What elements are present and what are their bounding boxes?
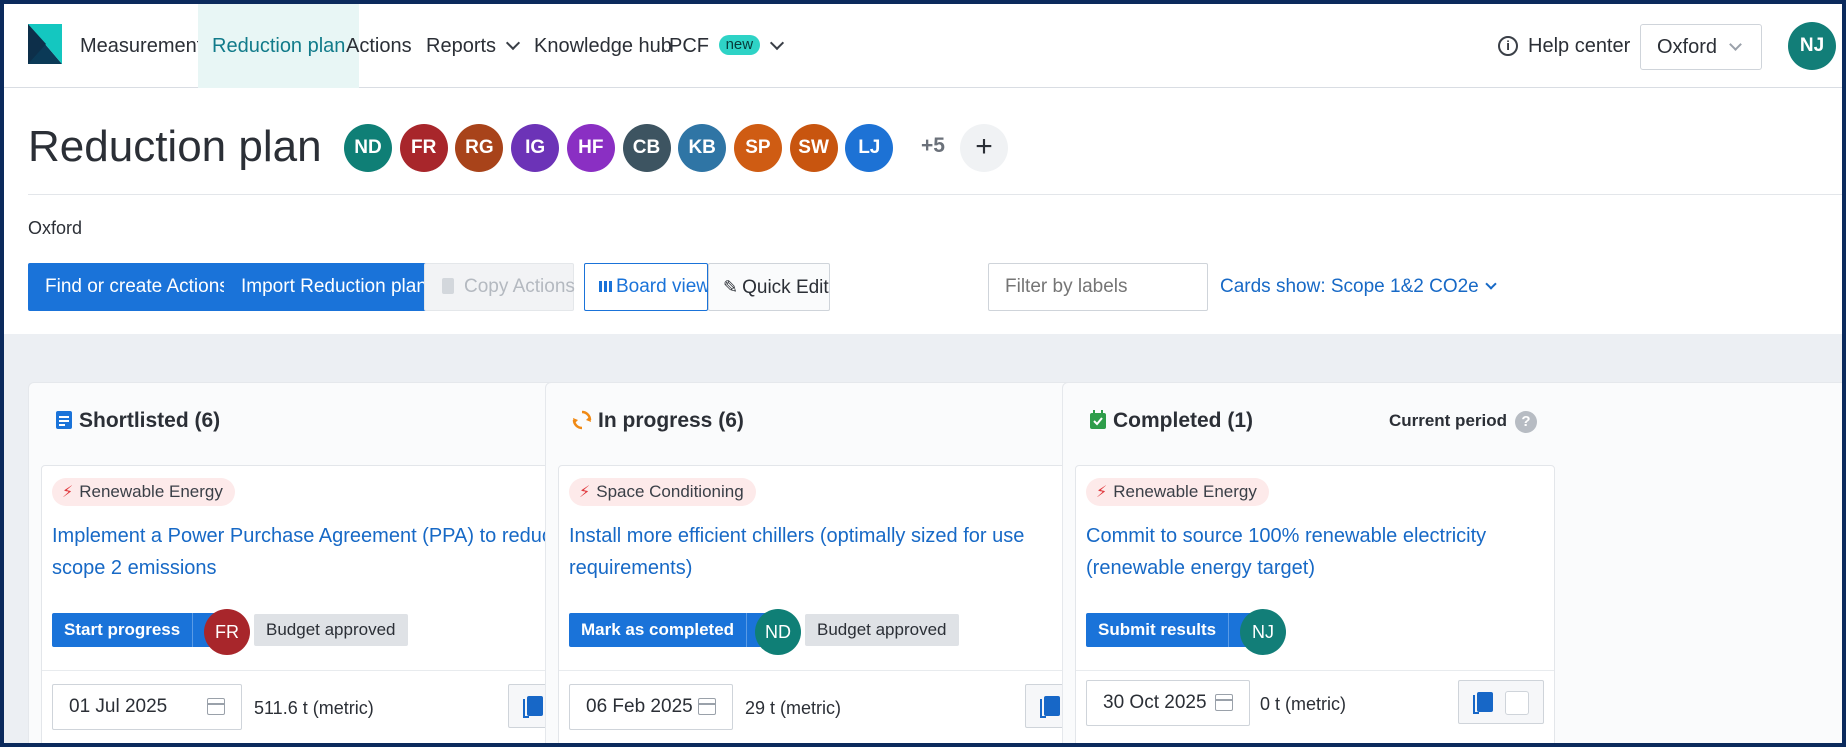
- copy-actions-button[interactable]: Copy Actions: [424, 263, 575, 311]
- chevron-down-icon: [770, 35, 785, 51]
- board-view-icon: [599, 281, 612, 292]
- pencil-icon: ✎: [723, 277, 739, 297]
- user-avatar[interactable]: NJ: [1788, 22, 1836, 70]
- category-tag: ⚡ Renewable Energy: [52, 478, 235, 506]
- new-badge: new: [718, 35, 761, 55]
- copy-icon[interactable]: [1473, 692, 1493, 714]
- top-navigation: Measurements Reduction plan Actions Repo…: [4, 4, 1842, 88]
- chevron-down-icon: [1485, 278, 1497, 290]
- chevron-down-icon: [1729, 38, 1742, 51]
- emission-metric: 511.6 t (metric): [254, 698, 374, 718]
- status-badge: Budget approved: [805, 614, 959, 646]
- page-title: Reduction plan: [28, 122, 322, 171]
- location-select[interactable]: Oxford: [1640, 24, 1762, 70]
- calendar-icon: [207, 698, 225, 715]
- assignee-avatar[interactable]: ND: [755, 609, 801, 655]
- column-title: Completed (1): [1089, 409, 1253, 433]
- calendar-icon: [1215, 694, 1233, 711]
- card-tools: [1458, 680, 1544, 724]
- nav-reports[interactable]: Reports: [412, 4, 532, 88]
- shortlist-icon: [56, 411, 72, 429]
- add-member-button[interactable]: +: [960, 124, 1008, 172]
- location-label: Oxford: [28, 218, 83, 238]
- board-view-toggle[interactable]: Board view: [584, 263, 710, 311]
- select-checkbox[interactable]: [1505, 691, 1529, 715]
- calendar-icon: [698, 698, 716, 715]
- copy-icon[interactable]: [1040, 696, 1060, 718]
- category-tag: ⚡ Space Conditioning: [569, 478, 756, 506]
- divider: [42, 670, 606, 671]
- chevron-down-icon: [505, 35, 521, 51]
- start-progress-button[interactable]: Start progress⋮: [52, 613, 227, 647]
- in-progress-icon: [572, 410, 592, 430]
- brand-logo-icon[interactable]: [28, 24, 62, 64]
- column-shortlisted: Shortlisted (6) ⚡ Renewable Energy Implem…: [28, 382, 620, 743]
- action-card[interactable]: ⚡ Space Conditioning Install more efficie…: [558, 465, 1124, 743]
- card-title-link[interactable]: Install more efficient chillers (optimal…: [569, 520, 1109, 584]
- due-date-field[interactable]: 06 Feb 2025: [569, 684, 733, 730]
- lightning-icon: ⚡: [579, 484, 591, 501]
- quick-edit-toggle[interactable]: ✎ Quick Edit: [708, 263, 830, 311]
- assignee-avatar[interactable]: NJ: [1240, 609, 1286, 655]
- due-date-field[interactable]: 01 Jul 2025: [52, 684, 242, 730]
- column-title: Shortlisted (6): [55, 409, 220, 433]
- member-avatar[interactable]: RG: [455, 124, 504, 172]
- assignee-avatar[interactable]: FR: [204, 609, 250, 655]
- help-center-link[interactable]: i Help center: [1498, 4, 1630, 88]
- member-avatar[interactable]: SP: [733, 124, 782, 172]
- member-avatar[interactable]: IG: [511, 124, 560, 172]
- member-avatar[interactable]: CB: [622, 124, 671, 172]
- action-card[interactable]: ⚡ Renewable Energy Implement a Power Purc…: [41, 465, 607, 743]
- emission-metric: 29 t (metric): [745, 698, 842, 718]
- member-avatar[interactable]: HF: [566, 124, 615, 172]
- column-in-progress: In progress (6) ⚡ Space Conditioning Inst…: [545, 382, 1137, 743]
- category-tag: ⚡ Renewable Energy: [1086, 478, 1269, 506]
- copy-icon[interactable]: [523, 696, 543, 718]
- due-date-field[interactable]: 30 Oct 2025: [1086, 680, 1250, 726]
- import-reduction-plan-button[interactable]: Import Reduction plan: [224, 263, 444, 311]
- completed-icon: [1090, 410, 1106, 429]
- info-icon: i: [1498, 36, 1518, 56]
- kanban-board: Shortlisted (6) ⚡ Renewable Energy Implem…: [4, 334, 1842, 743]
- divider: [1076, 670, 1554, 671]
- card-title-link[interactable]: Commit to source 100% renewable electric…: [1086, 520, 1546, 584]
- help-icon[interactable]: ?: [1515, 411, 1537, 433]
- more-members-count[interactable]: +5: [921, 134, 945, 158]
- divider: [559, 670, 1123, 671]
- member-avatar[interactable]: FR: [399, 124, 448, 172]
- current-period-label: Current period?: [1389, 411, 1537, 433]
- lightning-icon: ⚡: [1096, 484, 1108, 501]
- member-avatar[interactable]: ND: [344, 124, 392, 172]
- cards-show-dropdown[interactable]: Cards show: Scope 1&2 CO2e: [1220, 276, 1497, 298]
- app-window: Measurements Reduction plan Actions Repo…: [4, 4, 1842, 743]
- member-avatar[interactable]: LJ: [845, 124, 894, 172]
- column-title: In progress (6): [572, 409, 744, 433]
- emission-metric: 0 t (metric): [1260, 694, 1347, 714]
- filter-labels-input[interactable]: [988, 263, 1208, 311]
- card-title-link[interactable]: Implement a Power Purchase Agreement (PP…: [52, 520, 592, 584]
- find-or-create-actions-button[interactable]: Find or create Actions: [28, 263, 246, 311]
- plus-icon: +: [975, 130, 993, 163]
- member-avatar[interactable]: KB: [678, 124, 727, 172]
- divider: [28, 194, 1842, 195]
- nav-pcf[interactable]: PCF new: [655, 4, 796, 88]
- action-card[interactable]: ⚡ Renewable Energy Commit to source 100% …: [1075, 465, 1555, 743]
- column-completed: Completed (1) Current period? ⚡ Renewable…: [1062, 382, 1842, 743]
- lightning-icon: ⚡: [62, 484, 74, 501]
- status-badge: Budget approved: [254, 614, 408, 646]
- submit-results-button[interactable]: Submit results⋮: [1086, 613, 1263, 647]
- copy-icon: [442, 278, 454, 294]
- mark-as-completed-button[interactable]: Mark as completed⋮: [569, 613, 781, 647]
- member-avatar[interactable]: SW: [789, 124, 838, 172]
